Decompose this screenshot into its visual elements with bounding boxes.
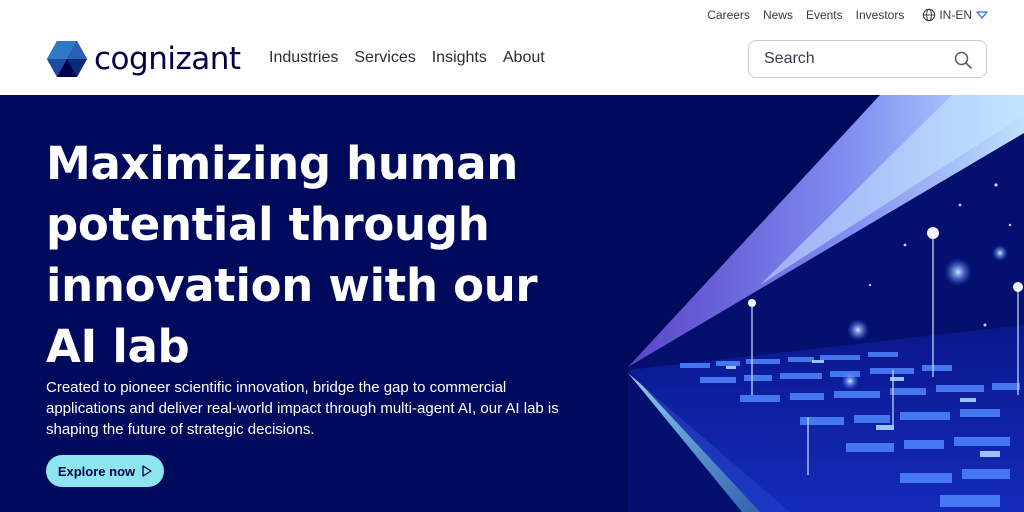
utility-link-events[interactable]: Events [806, 8, 843, 22]
play-outline-icon [142, 465, 152, 477]
nav-about[interactable]: About [503, 49, 545, 67]
utility-link-careers[interactable]: Careers [707, 8, 750, 22]
brand-logo[interactable]: cognizant [46, 40, 241, 78]
nav-industries[interactable]: Industries [269, 49, 338, 67]
locale-label: IN-EN [939, 8, 972, 22]
search-input[interactable] [764, 50, 944, 68]
search-icon[interactable] [954, 51, 972, 69]
utility-nav: Careers News Events Investors IN-EN [694, 8, 988, 22]
locale-selector[interactable]: IN-EN [922, 8, 988, 22]
chevron-down-icon [976, 11, 988, 19]
explore-now-label: Explore now [57, 463, 136, 479]
search-box [748, 40, 987, 78]
hero-banner: Maximizing human potential through innov… [0, 95, 1024, 512]
hero-title: Maximizing human potential through innov… [46, 137, 538, 373]
utility-link-news[interactable]: News [763, 8, 793, 22]
site-header: Careers News Events Investors IN-EN cogn… [0, 0, 1024, 95]
nav-services[interactable]: Services [354, 49, 415, 67]
main-nav: Industries Services Insights About [269, 49, 561, 67]
cognizant-logo-icon [47, 41, 87, 77]
brand-wordmark: cognizant [94, 41, 241, 77]
utility-link-investors[interactable]: Investors [856, 8, 905, 22]
globe-icon [923, 8, 936, 22]
nav-insights[interactable]: Insights [432, 49, 487, 67]
explore-now-button[interactable]: Explore now [46, 455, 164, 487]
hero-description: Created to pioneer scientific innovation… [46, 379, 559, 438]
